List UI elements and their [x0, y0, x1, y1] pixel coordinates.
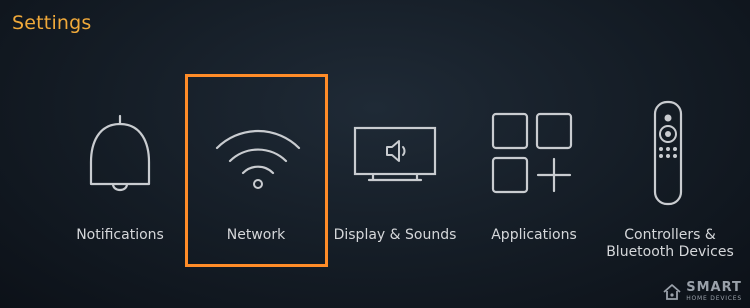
page-title: Settings — [12, 12, 92, 34]
watermark-subtitle: HOME DEVICES — [686, 295, 742, 302]
menu-item-label-line2: Bluetooth Devices — [606, 244, 734, 260]
menu-item-applications[interactable]: Applications — [480, 74, 588, 270]
bell-icon — [89, 114, 151, 192]
menu-item-label: Applications — [491, 227, 577, 243]
apps-grid-icon — [491, 112, 573, 194]
menu-item-label: Display & Sounds — [333, 227, 457, 243]
menu-item-label-line1: Controllers & — [624, 227, 716, 243]
house-logo-icon — [663, 283, 681, 300]
focus-highlight — [185, 74, 328, 267]
menu-item-display-sounds[interactable]: Display & Sounds — [334, 74, 456, 270]
remote-icon — [653, 100, 683, 206]
tv-speaker-icon — [353, 126, 437, 182]
menu-item-controllers-bluetooth[interactable]: Controllers & Bluetooth Devices — [600, 74, 740, 270]
watermark-logo: SMART HOME DEVICES — [662, 281, 742, 302]
menu-item-notifications[interactable]: Notifications — [70, 74, 170, 270]
menu-item-label: Notifications — [76, 227, 164, 243]
watermark-brand: SMART — [686, 280, 742, 295]
